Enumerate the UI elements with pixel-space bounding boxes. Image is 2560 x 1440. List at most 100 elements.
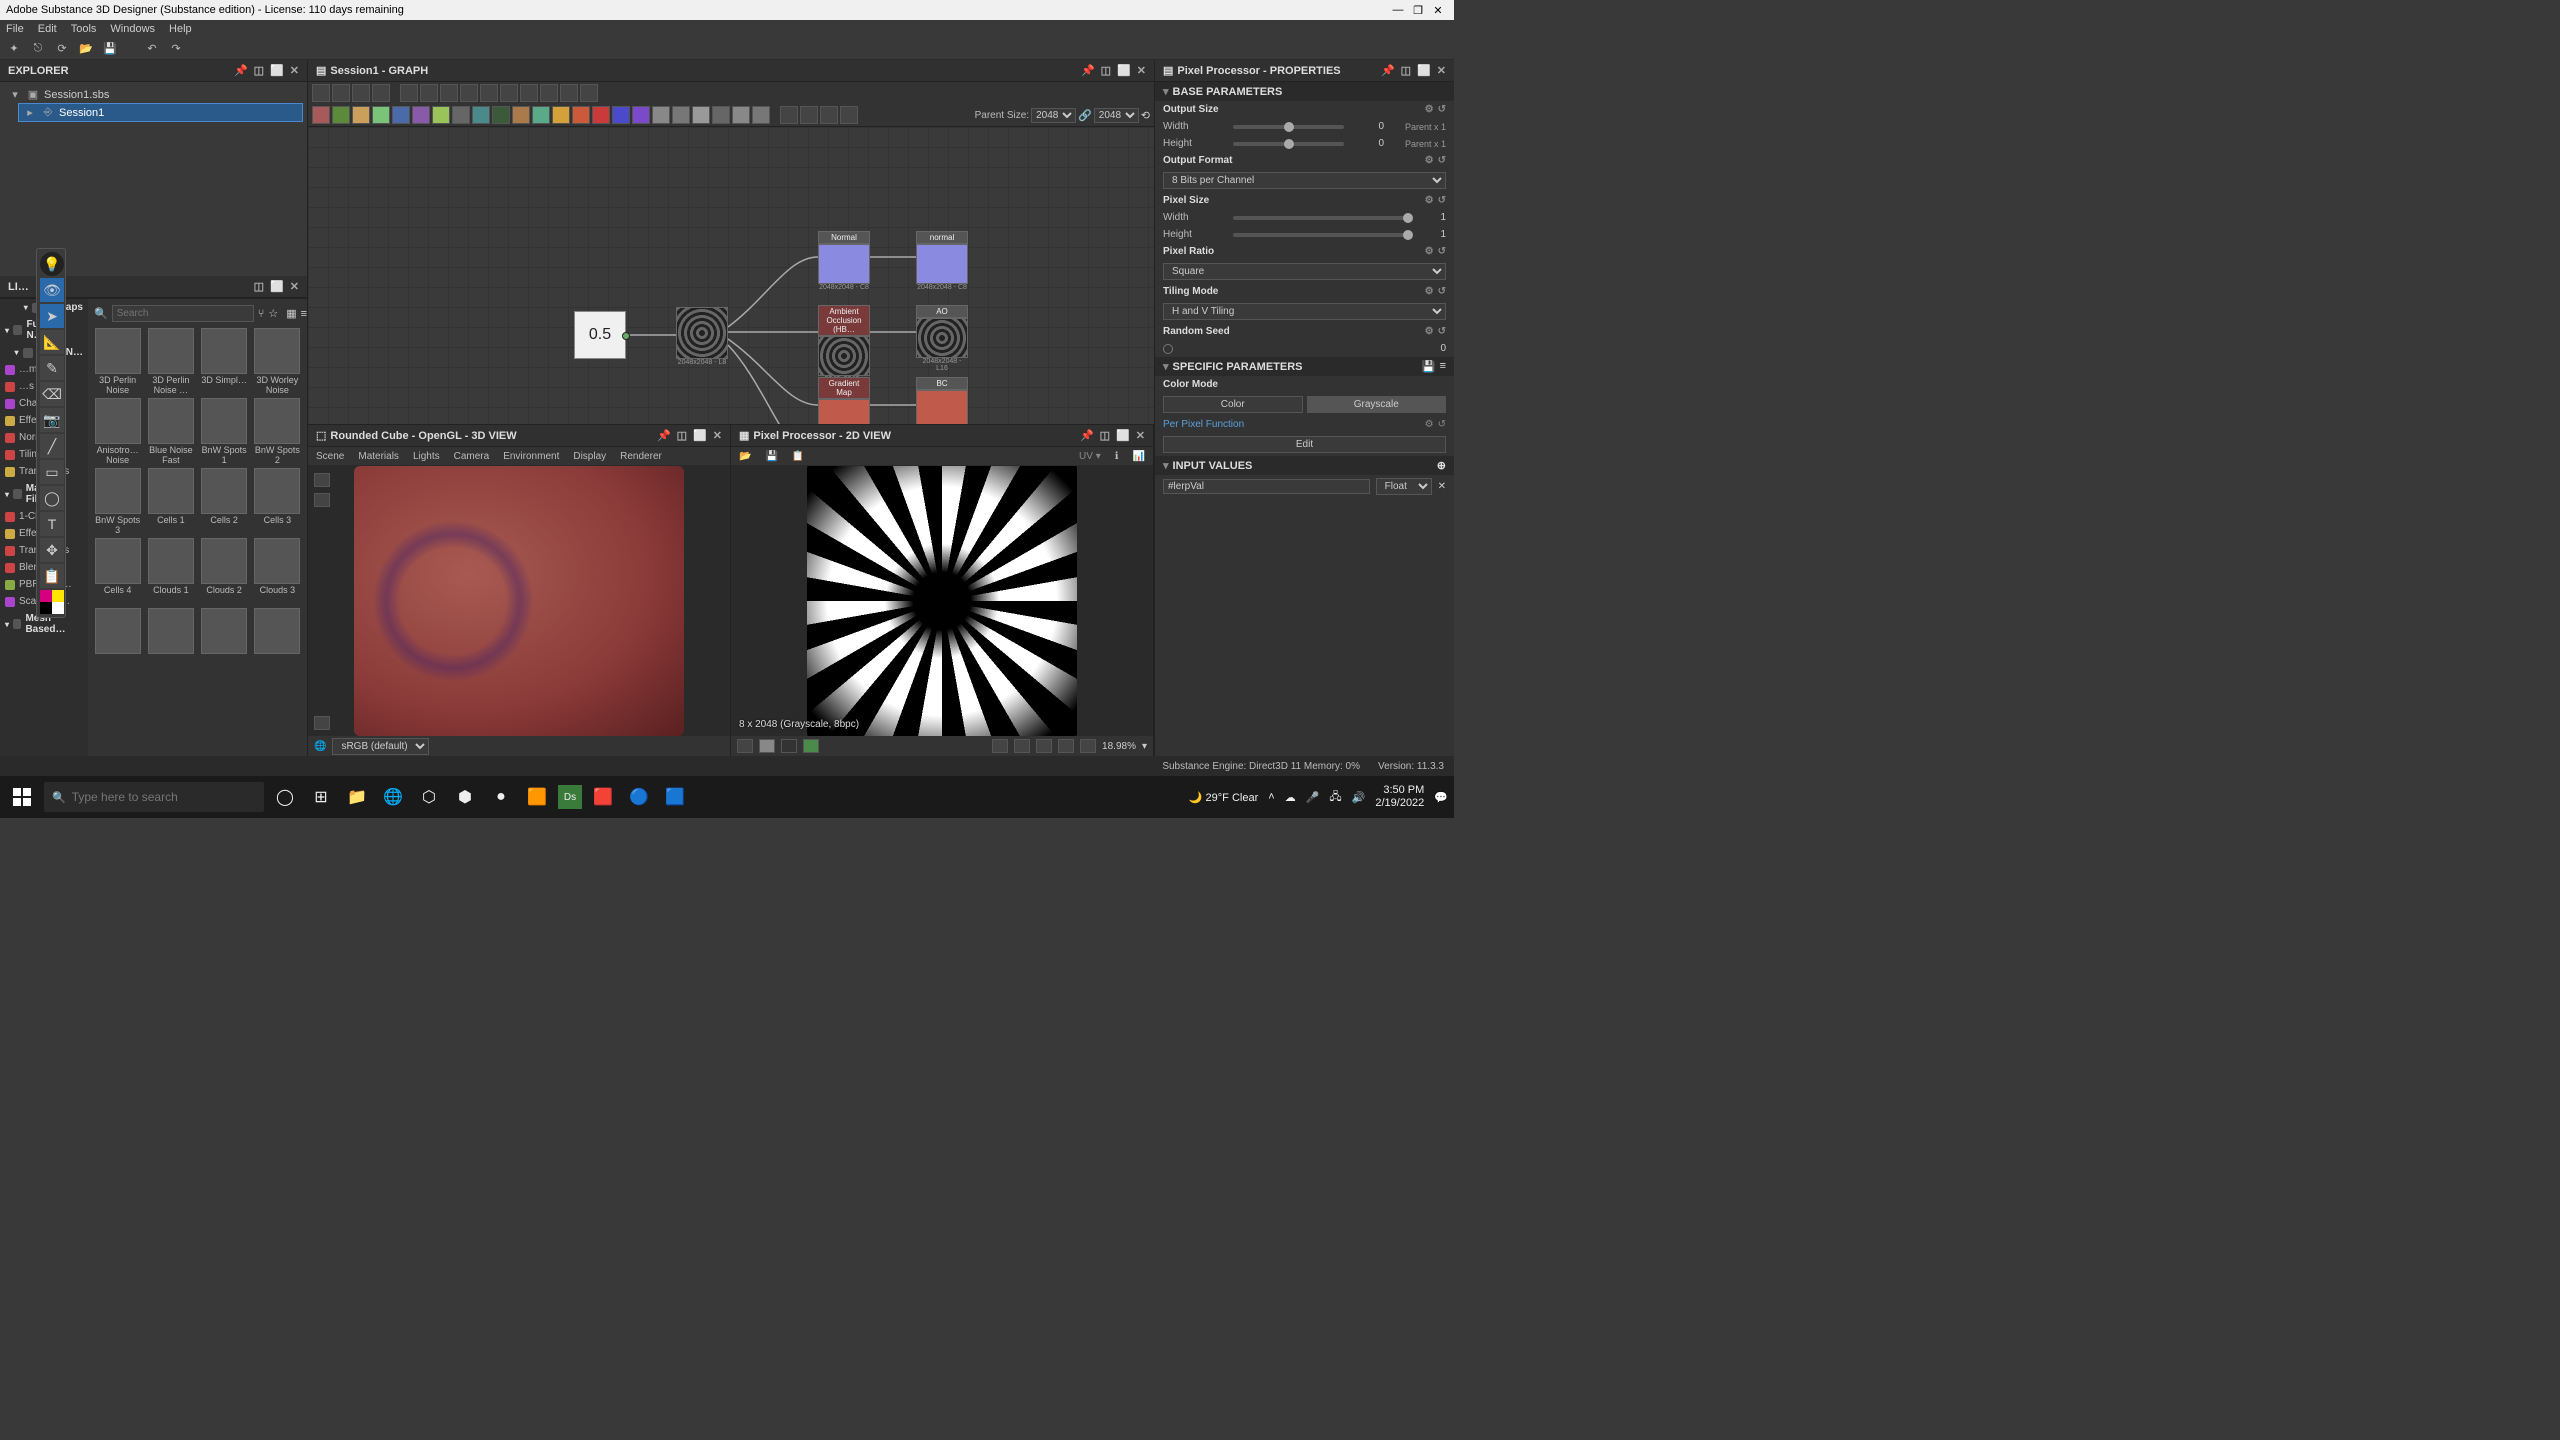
node-normal-output[interactable]: normal 2048x2048 - C8	[916, 231, 968, 291]
notification-icon[interactable]: 💬	[1434, 791, 1448, 804]
props-dock-icon[interactable]: ◫	[1401, 64, 1411, 77]
line-icon[interactable]: ╱	[40, 434, 64, 458]
tree-root[interactable]: ▾ ▣ Session1.sbs	[4, 86, 303, 103]
task-view-icon[interactable]: ◯	[270, 782, 300, 812]
sp-save-icon[interactable]: 💾	[1422, 360, 1436, 373]
row-bits[interactable]: 8 Bits per Channel	[1155, 169, 1454, 192]
node-color-s[interactable]	[672, 106, 690, 124]
gt-mic-icon[interactable]	[840, 106, 858, 124]
height-slider[interactable]	[1233, 142, 1344, 146]
explorer-icon[interactable]: 📁	[342, 782, 372, 812]
node-color-d[interactable]	[372, 106, 390, 124]
v3d-cam-icon[interactable]	[314, 473, 330, 487]
zoom-dropdown-icon[interactable]: ▾	[1142, 741, 1147, 752]
v2d-histogram-icon[interactable]: 📊	[1133, 451, 1145, 462]
library-thumb[interactable]: Cells 1	[145, 468, 196, 536]
v3d-dock-icon[interactable]: ◫	[677, 429, 687, 442]
graph-pin-icon[interactable]: 📌	[1081, 64, 1095, 77]
gt-d[interactable]	[460, 84, 478, 102]
v3d-max-icon[interactable]: ⬜	[693, 429, 707, 442]
filter-icon[interactable]: ⑂	[258, 308, 265, 320]
reset-icon[interactable]: ↺	[1438, 246, 1446, 257]
ruler-icon[interactable]: 📐	[40, 330, 64, 354]
library-thumb[interactable]: Cells 2	[199, 468, 250, 536]
close-panel-icon[interactable]: ✕	[290, 64, 299, 77]
node-color-e[interactable]	[392, 106, 410, 124]
remove-input-icon[interactable]: ✕	[1438, 481, 1446, 492]
list-icon[interactable]: ≡	[301, 308, 307, 320]
gt-i[interactable]	[560, 84, 578, 102]
view2d-viewport[interactable]: 8 x 2048 (Grayscale, 8bpc)	[731, 465, 1153, 736]
node-color-a[interactable]	[312, 106, 330, 124]
app-icon-5[interactable]: Ds	[558, 785, 582, 809]
text-icon[interactable]: T	[40, 512, 64, 536]
library-thumb[interactable]: Blue Noise Fast	[145, 398, 196, 466]
input-name-field[interactable]	[1163, 479, 1370, 494]
v3d-menu-env[interactable]: Environment	[503, 451, 559, 462]
node-color-o[interactable]	[592, 106, 610, 124]
v2d-dock-icon[interactable]: ◫	[1100, 429, 1110, 442]
library-thumb[interactable]: 3D Perlin Noise …	[145, 328, 196, 396]
tiling-mode-select[interactable]: H and V Tiling	[1163, 303, 1446, 320]
gt-comment-icon[interactable]	[780, 106, 798, 124]
gt-target-icon[interactable]	[332, 84, 350, 102]
node-color-u[interactable]	[712, 106, 730, 124]
save-icon[interactable]: 💾	[102, 41, 118, 57]
v2d-ch-r[interactable]	[759, 739, 775, 753]
fx-icon[interactable]: ⚙	[1425, 104, 1434, 115]
gt-pin2-icon[interactable]	[800, 106, 818, 124]
app-icon-4[interactable]: 🟧	[522, 782, 552, 812]
library-thumb[interactable]: BnW Spots 2	[252, 398, 303, 466]
input-type-select[interactable]: Float	[1376, 478, 1432, 495]
library-thumb[interactable]: Anisotro… Noise	[92, 398, 143, 466]
row-square[interactable]: Square	[1155, 260, 1454, 283]
node-color-t[interactable]	[692, 106, 710, 124]
library-thumb[interactable]: Cells 3	[252, 468, 303, 536]
link-icon[interactable]: ⎋	[30, 41, 46, 57]
lib-dock-icon[interactable]: ◫	[254, 280, 264, 293]
fx-icon[interactable]: ⚙	[1425, 419, 1434, 430]
bulb-icon[interactable]: 💡	[40, 252, 64, 276]
v2d-save-icon[interactable]: 💾	[765, 451, 777, 462]
v2d-fit-icon[interactable]	[1080, 739, 1096, 753]
seed-radio[interactable]	[1163, 344, 1173, 354]
node-color-q[interactable]	[632, 106, 650, 124]
v2d-ch-g[interactable]	[781, 739, 797, 753]
start-button[interactable]	[6, 781, 38, 813]
node-color-h[interactable]	[452, 106, 470, 124]
redo-icon[interactable]: ↷	[168, 41, 184, 57]
graph-max-icon[interactable]: ⬜	[1117, 64, 1131, 77]
app-icon-1[interactable]: ⬡	[414, 782, 444, 812]
star-icon[interactable]: ☆	[268, 307, 278, 320]
graph-canvas[interactable]: 0.5 2048x2048 - L8 Normal 2048x2048 - C8…	[308, 127, 1154, 424]
v3d-menu-camera[interactable]: Camera	[454, 451, 490, 462]
v3d-menu-display[interactable]: Display	[573, 451, 606, 462]
menu-tools[interactable]: Tools	[71, 23, 97, 35]
library-thumb[interactable]	[252, 608, 303, 676]
maximize-panel-icon[interactable]: ⬜	[270, 64, 284, 77]
section-input-values[interactable]: ▾INPUT VALUES ⊕	[1155, 456, 1454, 475]
node-color-b[interactable]	[332, 106, 350, 124]
picker-icon[interactable]: ✥	[40, 538, 64, 562]
menu-edit[interactable]: Edit	[38, 23, 57, 35]
node-color-k[interactable]	[512, 106, 530, 124]
v2d-zoom-icon[interactable]	[1058, 739, 1074, 753]
circle-icon[interactable]: ◯	[40, 486, 64, 510]
v3d-close-icon[interactable]: ✕	[713, 429, 722, 442]
library-thumb[interactable]	[145, 608, 196, 676]
taskbar-search[interactable]: 🔍	[44, 782, 264, 812]
menu-help[interactable]: Help	[169, 23, 192, 35]
taskbar-clock[interactable]: 3:50 PM 2/19/2022	[1375, 784, 1424, 810]
minimize-button[interactable]: —	[1388, 4, 1408, 16]
sp-menu-icon[interactable]: ≡	[1440, 360, 1446, 373]
v2d-copy-icon[interactable]: 📋	[792, 451, 804, 462]
v2d-grid-icon[interactable]	[992, 739, 1008, 753]
library-search-input[interactable]	[112, 305, 254, 322]
v2d-layer-icon[interactable]	[737, 739, 753, 753]
tray-mic-icon[interactable]: 🎤	[1306, 791, 1320, 804]
output-format-select[interactable]: 8 Bits per Channel	[1163, 172, 1446, 189]
node-normal[interactable]: Normal 2048x2048 - C8	[818, 231, 870, 291]
reset-icon[interactable]: ↺	[1438, 326, 1446, 337]
node-color-f[interactable]	[412, 106, 430, 124]
node-gradient-map[interactable]: Gradient Map 2048x2048 - C8	[818, 377, 870, 424]
